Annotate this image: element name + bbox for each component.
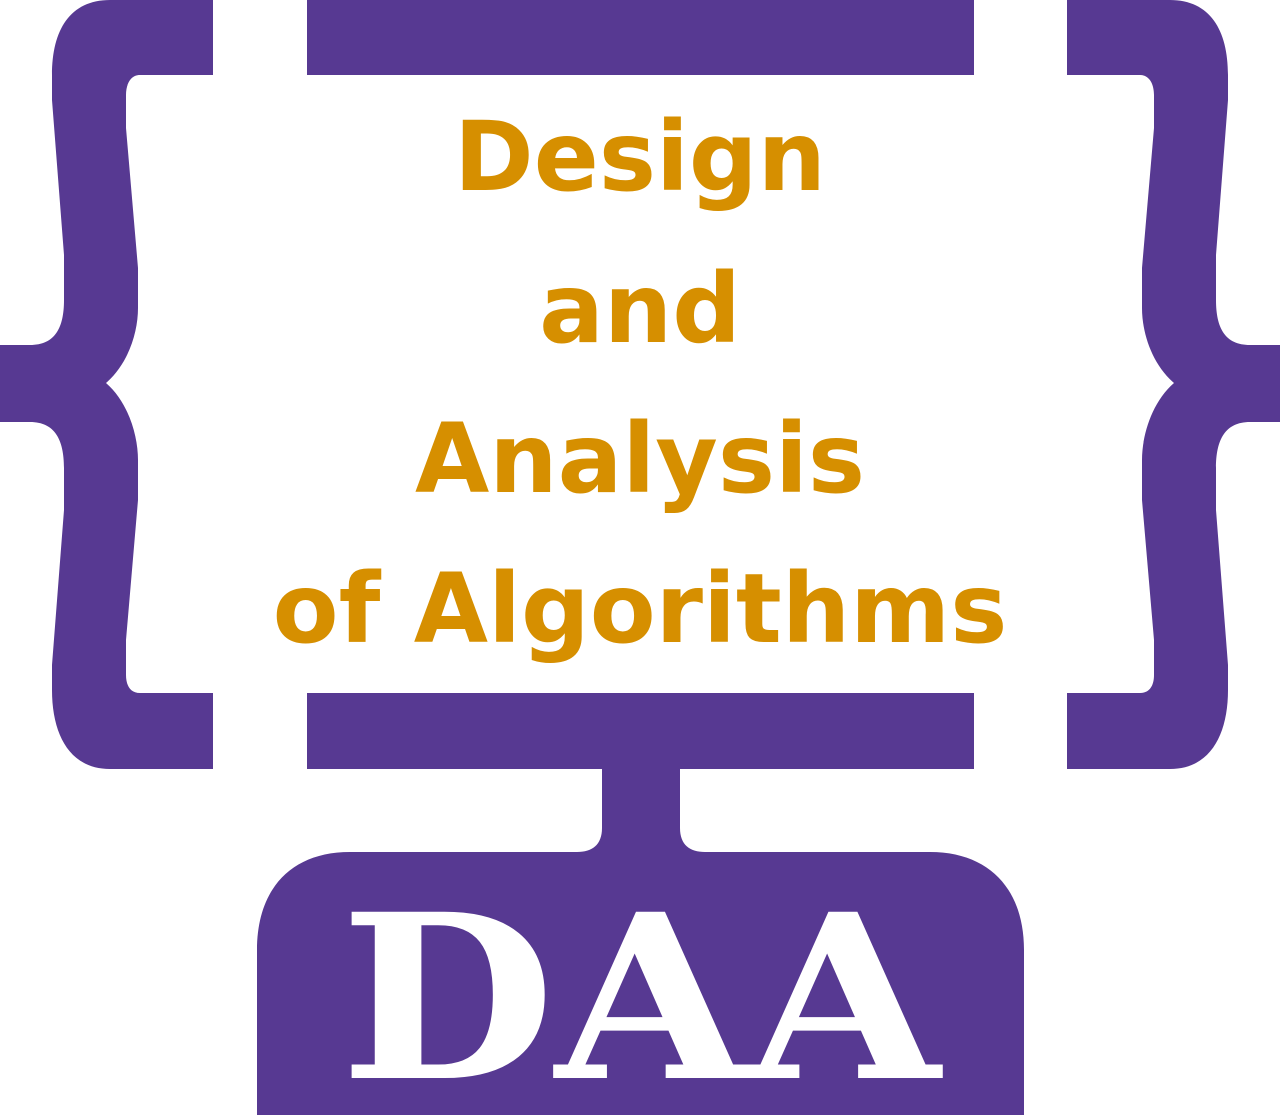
monitor-bottom-bar (307, 693, 974, 769)
title-line-of-algorithms: of Algorithms (273, 553, 1008, 665)
title-line-analysis: Analysis (415, 403, 865, 515)
monitor-top-bar (307, 0, 974, 75)
left-curly-brace-icon (0, 0, 213, 769)
title-line-design: Design (454, 101, 826, 213)
daa-abbreviation: DAA (340, 864, 943, 1115)
daa-logo: Design and Analysis of Algorithms DAA (0, 0, 1280, 1115)
title-line-and: and (539, 253, 741, 365)
right-curly-brace-icon (1067, 0, 1280, 769)
